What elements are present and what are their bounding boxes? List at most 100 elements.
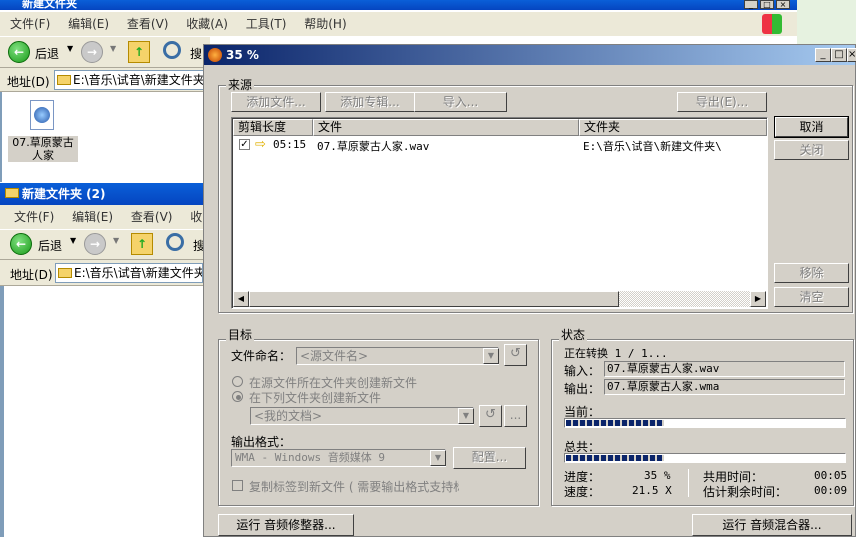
add-album-button[interactable]: 添加专辑...: [325, 92, 415, 112]
remove-button[interactable]: 移除: [774, 263, 849, 283]
naming-value: <源文件名>: [300, 349, 369, 363]
total-progress-fill: [566, 455, 664, 461]
menu-edit[interactable]: 编辑(E): [72, 210, 113, 224]
run-mixer-button[interactable]: 运行 音频混合器...: [692, 514, 852, 536]
address-label: 地址(D): [7, 75, 50, 89]
up-folder-icon[interactable]: ↑: [131, 233, 153, 255]
naming-reset-button[interactable]: ↺: [504, 344, 527, 366]
window2-menubar: 文件(F) 编辑(E) 查看(V) 收藏: [0, 205, 205, 248]
dialog-titlebar: 35 %: [204, 45, 855, 65]
input-value: 07.草原蒙古人家.wav: [604, 361, 845, 377]
source-file-list[interactable]: 剪辑长度 文件 文件夹 ✓ ⇨ 05:15 07.草原蒙古人家.wav E:\音…: [231, 117, 768, 309]
folder-icon: [57, 75, 71, 85]
radio-custom-folder[interactable]: [232, 391, 243, 402]
back-dropdown-icon[interactable]: ▼: [70, 236, 76, 245]
window2-content: [0, 286, 205, 537]
source-group-label: 来源: [226, 76, 255, 93]
input-label: 输入：: [564, 364, 601, 378]
folder-icon: [58, 268, 72, 278]
back-dropdown-icon[interactable]: ▼: [67, 44, 73, 53]
folder-select[interactable]: <我的文档>: [250, 407, 474, 425]
scroll-left-button[interactable]: ◀: [233, 291, 249, 307]
row-checkbox[interactable]: ✓: [239, 139, 250, 150]
menu-view[interactable]: 查看(V): [127, 17, 169, 31]
format-value: WMA - Windows 音频媒体 9: [235, 451, 385, 464]
browse-folder-button[interactable]: ...: [504, 405, 527, 427]
menu-favorites[interactable]: 收藏(A): [186, 17, 228, 31]
scroll-thumb[interactable]: [249, 291, 619, 307]
naming-select[interactable]: <源文件名>: [296, 347, 499, 365]
window1-close-button[interactable]: ×: [776, 0, 790, 9]
back-button-label[interactable]: 后退: [35, 45, 59, 62]
current-progress-bar: [564, 418, 846, 428]
close-button[interactable]: ×: [847, 48, 856, 62]
window1-minimize-button[interactable]: _: [744, 0, 758, 9]
window2-titlebar: 新建文件夹 (2): [0, 183, 205, 205]
format-label: 输出格式：: [231, 435, 292, 449]
back-arrow-icon[interactable]: ←: [8, 41, 30, 63]
search-button-label[interactable]: 搜: [190, 45, 202, 62]
menu-file[interactable]: 文件(F): [10, 17, 50, 31]
scroll-right-button[interactable]: ▶: [750, 291, 766, 307]
remaining-label: 估计剩余时间：: [703, 485, 788, 499]
audio-file-icon[interactable]: [30, 100, 54, 130]
up-folder-icon[interactable]: ↑: [128, 41, 150, 63]
cancel-button[interactable]: 取消: [774, 116, 849, 138]
format-select[interactable]: WMA - Windows 音频媒体 9: [231, 449, 446, 467]
elapsed-value: 00:05: [814, 469, 848, 482]
menu-tools[interactable]: 工具(T): [246, 17, 287, 31]
chevron-down-icon[interactable]: ▼: [483, 348, 499, 364]
folder-value: <我的文档>: [254, 409, 323, 423]
app-icon: [208, 48, 222, 62]
conversion-dialog: 35 % _ □ × 来源 添加文件... 添加专辑... 导入... 导出(E…: [203, 44, 856, 537]
address-input[interactable]: E:\音乐\试音\新建文件夹: [54, 70, 204, 90]
table-row[interactable]: ✓ ⇨ 05:15 07.草原蒙古人家.wav E:\音乐\试音\新建文件夹\: [233, 137, 767, 153]
close-list-button[interactable]: 关闭: [774, 140, 849, 160]
copy-tags-checkbox[interactable]: [232, 480, 243, 491]
search-icon[interactable]: [166, 233, 184, 251]
run-editor-button[interactable]: 运行 音频修整器...: [218, 514, 354, 536]
radio-source-folder[interactable]: [232, 376, 243, 387]
back-arrow-icon[interactable]: ←: [10, 233, 32, 255]
output-label: 输出：: [564, 382, 601, 396]
current-progress-fill: [566, 420, 664, 426]
speed-value: 21.5 X: [632, 484, 672, 497]
window1-maximize-button[interactable]: □: [760, 0, 774, 9]
column-header-length[interactable]: 剪辑长度: [233, 119, 313, 136]
folder-icon: [5, 188, 19, 198]
menu-edit[interactable]: 编辑(E): [68, 17, 109, 31]
forward-dropdown-icon[interactable]: ▼: [110, 44, 116, 53]
row-length: 05:15: [273, 138, 307, 151]
menu-file[interactable]: 文件(F): [14, 210, 54, 224]
import-button[interactable]: 导入...: [414, 92, 507, 112]
search-icon[interactable]: [163, 41, 181, 59]
forward-arrow-icon[interactable]: →: [84, 233, 106, 255]
window1-content: 07.草原蒙古人家: [0, 92, 200, 182]
converting-text: 正在转换 1 / 1...: [564, 347, 668, 360]
chevron-down-icon[interactable]: ▼: [430, 450, 446, 466]
forward-dropdown-icon[interactable]: ▼: [113, 236, 119, 245]
chevron-down-icon[interactable]: ▼: [458, 408, 474, 424]
export-button[interactable]: 导出(E)...: [677, 92, 767, 112]
clear-button[interactable]: 清空: [774, 287, 849, 307]
radio-custom-folder-label[interactable]: 在下列文件夹创建新文件: [249, 389, 381, 406]
folder-reset-button[interactable]: ↺: [479, 405, 502, 427]
minimize-button[interactable]: _: [815, 48, 831, 62]
status-group-label: 状态: [559, 326, 588, 343]
address-input[interactable]: E:\音乐\试音\新建文件夹: [55, 263, 203, 283]
horizontal-scrollbar[interactable]: ◀ ▶: [233, 291, 766, 307]
config-button[interactable]: 配置...: [453, 447, 526, 469]
maximize-button[interactable]: □: [831, 48, 847, 62]
column-header-file[interactable]: 文件: [313, 119, 579, 136]
column-header-folder[interactable]: 文件夹: [579, 119, 767, 136]
menu-view[interactable]: 查看(V): [131, 210, 173, 224]
forward-arrow-icon[interactable]: →: [81, 41, 103, 63]
window2-addressbar: 地址(D) E:\音乐\试音\新建文件夹: [0, 260, 205, 286]
menu-help[interactable]: 帮助(H): [304, 17, 346, 31]
add-file-button[interactable]: 添加文件...: [231, 92, 321, 112]
status-divider: [688, 469, 689, 497]
file-label[interactable]: 07.草原蒙古人家: [8, 136, 78, 162]
target-group-label: 目标: [226, 326, 255, 343]
copy-tags-label[interactable]: 复制标签到新文件 ( 需要输出格式支持标: [249, 478, 459, 495]
back-button-label[interactable]: 后退: [38, 237, 62, 254]
